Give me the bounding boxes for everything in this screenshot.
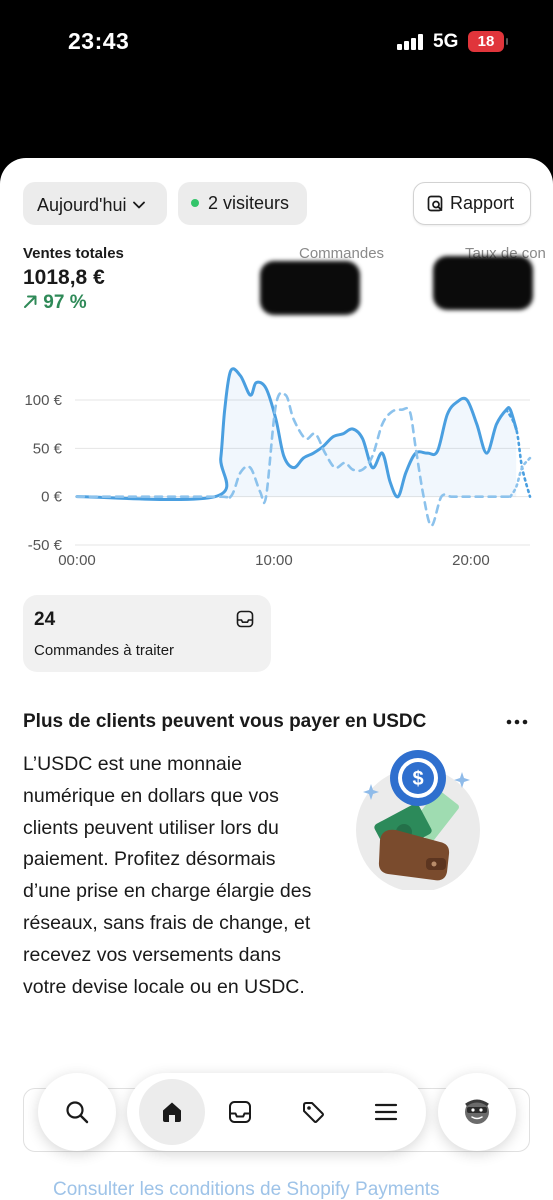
svg-text:$: $: [412, 768, 423, 790]
sales-line-chart[interactable]: 100 €50 €0 €-50 € 00:00 10:00 20:00: [0, 354, 553, 574]
status-bar: 23:43 5G 18: [0, 0, 553, 160]
total-sales-value: 1018,8 €: [23, 266, 105, 289]
total-sales-label[interactable]: Ventes totales: [23, 245, 124, 262]
status-time: 23:43: [68, 28, 130, 54]
visitors-label: 2 visiteurs: [208, 193, 290, 213]
menu-icon: [374, 1103, 398, 1121]
online-dot-icon: [191, 199, 199, 207]
date-filter-label: Aujourd'hui: [37, 195, 127, 215]
promo-body: L’USDC est une monnaie numérique en doll…: [23, 753, 312, 998]
live-visitors-badge[interactable]: 2 visiteurs: [178, 182, 307, 225]
tag-icon: [303, 1102, 324, 1123]
more-options-icon[interactable]: [506, 719, 528, 725]
sales-change-value: 97 %: [43, 292, 87, 313]
home-icon: [163, 1102, 181, 1122]
report-button[interactable]: Rapport: [413, 182, 531, 225]
x-tick-label: 00:00: [58, 552, 96, 569]
avatar-icon: [465, 1099, 489, 1124]
nav-orders-tab[interactable]: [213, 1085, 267, 1139]
report-search-icon: [427, 195, 443, 212]
x-tick-label: 10:00: [255, 552, 293, 569]
redacted-orders-value: [260, 261, 360, 315]
redacted-conversion-value: [433, 256, 533, 310]
signal-strength-icon: [397, 34, 425, 50]
chevron-down-icon: [132, 182, 145, 225]
chart-x-axis: 00:00 10:00 20:00: [58, 552, 489, 569]
chart-y-axis: 100 €50 €0 €-50 €: [24, 392, 62, 554]
nav-search-button[interactable]: [38, 1073, 116, 1151]
arrow-up-right-icon: [24, 295, 37, 308]
report-button-label: Rapport: [450, 193, 515, 213]
inbox-icon: [229, 1101, 251, 1123]
usdc-wallet-illustration: $: [356, 750, 480, 890]
nav-account-button[interactable]: [438, 1073, 516, 1151]
battery-icon: 18: [468, 31, 508, 52]
date-filter-button[interactable]: Aujourd'hui: [23, 182, 167, 225]
network-type: 5G: [433, 31, 459, 52]
orders-to-fulfill-card[interactable]: 24 Commandes à traiter: [23, 595, 271, 672]
inbox-icon: [236, 610, 254, 628]
x-tick-label: 20:00: [452, 552, 490, 569]
y-tick-label: 100 €: [24, 392, 62, 409]
series-area: [77, 368, 517, 500]
chart-series: [75, 367, 532, 527]
nav-products-tab[interactable]: [286, 1085, 340, 1139]
dashboard-sheet: Aujourd'hui 2 visiteurs Rapport Ventes t…: [0, 158, 553, 1200]
promo-title: Plus de clients peuvent vous payer en US…: [23, 711, 427, 732]
y-tick-label: 0 €: [41, 489, 63, 506]
orders-to-fulfill-count: 24: [34, 609, 56, 630]
bottom-navigation-bar: [127, 1073, 426, 1151]
orders-metric-label[interactable]: Commandes: [299, 245, 384, 262]
y-tick-label: 50 €: [33, 440, 63, 457]
sales-change-badge: 97 %: [23, 292, 87, 314]
shopify-payments-terms-link[interactable]: Consulter les conditions de Shopify Paym…: [53, 1179, 440, 1200]
nav-home-tab[interactable]: [139, 1079, 205, 1145]
nav-menu-tab[interactable]: [359, 1085, 413, 1139]
search-icon: [66, 1101, 89, 1124]
orders-to-fulfill-label: Commandes à traiter: [34, 642, 175, 659]
